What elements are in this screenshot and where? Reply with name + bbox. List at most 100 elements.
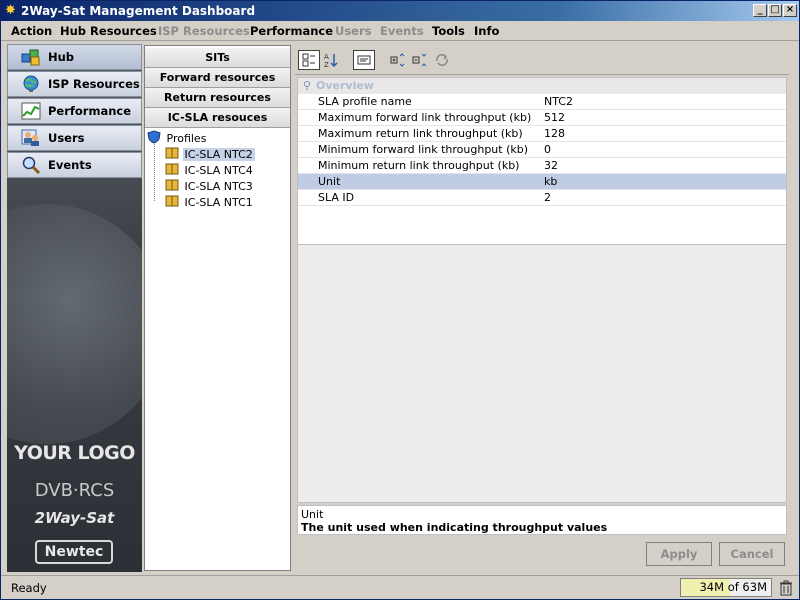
property-row[interactable]: Maximum forward link throughput (kb) 512 [298, 110, 786, 126]
title-bar[interactable]: ✸ 2Way-Sat Management Dashboard _ □ × [1, 1, 799, 21]
svg-text:A: A [324, 53, 329, 61]
property-value[interactable]: 128 [544, 126, 565, 142]
tab-ic-sla-resources[interactable]: IC-SLA resouces [145, 108, 290, 128]
tree-item-ic-sla-ntc1[interactable]: IC-SLA NTC1 [165, 194, 255, 210]
property-toolbar: AZ [295, 45, 789, 75]
nav-users[interactable]: Users [7, 125, 142, 151]
menu-tools[interactable]: Tools [432, 24, 465, 38]
property-name: Unit [318, 175, 341, 188]
tree-guide-line [154, 144, 155, 201]
memory-indicator: 34M of 63M [680, 578, 772, 597]
chart-icon [21, 102, 41, 120]
tree-item-ic-sla-ntc3[interactable]: IC-SLA NTC3 [165, 178, 255, 194]
property-pane: AZ ⚲ Overview SLA profile name NTC2 Maxi… [295, 45, 789, 571]
nav-label: ISP Resources [48, 77, 140, 91]
property-name: Maximum forward link throughput (kb) [318, 111, 532, 124]
property-value[interactable]: 32 [544, 158, 558, 174]
app-window: ✸ 2Way-Sat Management Dashboard _ □ × Ac… [0, 0, 800, 600]
tab-return-resources[interactable]: Return resources [145, 88, 290, 108]
2way-sat-logo: 2Way-Sat [34, 509, 115, 527]
tree-item-ic-sla-ntc4[interactable]: IC-SLA NTC4 [165, 162, 255, 178]
property-row[interactable]: Maximum return link throughput (kb) 128 [298, 126, 786, 142]
refresh-button[interactable] [431, 50, 453, 70]
property-value[interactable]: NTC2 [544, 94, 573, 110]
nav-label: Events [48, 158, 92, 172]
category-pin-icon: ⚲ [303, 79, 312, 92]
show-description-button[interactable] [353, 50, 375, 70]
package-icon [165, 195, 179, 207]
tree-root-profiles[interactable]: Profiles [147, 130, 208, 146]
dvb-rcs-logo: DVB·RCS [34, 480, 115, 501]
expand-icon [390, 53, 405, 67]
newtec-logo: Newtec [35, 540, 113, 564]
property-row[interactable]: Minimum forward link throughput (kb) 0 [298, 142, 786, 158]
property-row-selected[interactable]: Unit kb [298, 174, 786, 190]
left-navigation: Hub Resources ISP Resources Performance [7, 44, 142, 572]
users-icon [21, 129, 39, 146]
expand-all-button[interactable] [387, 50, 409, 70]
nav-performance[interactable]: Performance [7, 98, 142, 124]
nav-events[interactable]: Events [7, 152, 142, 178]
category-overview[interactable]: ⚲ Overview [298, 78, 786, 94]
nav-label: Users [48, 131, 85, 145]
maximize-button[interactable]: □ [768, 4, 782, 17]
description-text: The unit used when indicating throughput… [301, 521, 608, 534]
description-title: Unit [301, 508, 324, 521]
property-value[interactable]: kb [544, 174, 557, 190]
shield-icon [147, 130, 161, 144]
nav-hub-resources[interactable]: Hub Resources [7, 44, 142, 88]
nav-isp-resources[interactable]: ISP Resources [7, 71, 142, 97]
tree-item-label: IC-SLA NTC1 [184, 196, 253, 209]
svg-text:Z: Z [324, 61, 329, 68]
property-sheet-empty-area [297, 245, 787, 503]
menu-isp-resources[interactable]: ISP Resources [158, 24, 250, 38]
property-name: Maximum return link throughput (kb) [318, 127, 523, 140]
memory-text: 34M of 63M [699, 580, 767, 594]
property-row[interactable]: SLA profile name NTC2 [298, 94, 786, 110]
property-value[interactable]: 2 [544, 190, 551, 206]
tree-root-label: Profiles [166, 132, 207, 145]
menu-events[interactable]: Events [380, 24, 424, 38]
description-icon [357, 55, 371, 65]
globe-icon [23, 75, 39, 92]
menu-users[interactable]: Users [335, 24, 372, 38]
categorized-view-button[interactable] [298, 50, 320, 70]
property-name: SLA ID [318, 191, 355, 204]
categorized-icon [302, 53, 315, 67]
menu-hub-resources[interactable]: Hub Resources [60, 24, 157, 38]
property-name: Minimum forward link throughput (kb) [318, 143, 529, 156]
status-text: Ready [11, 581, 47, 595]
nav-label: Performance [48, 104, 132, 118]
refresh-icon [436, 54, 448, 66]
collapse-all-button[interactable] [409, 50, 431, 70]
magnifier-icon [22, 156, 41, 174]
profile-tree: Profiles IC-SLA NTC2 IC-SLA NTC4 IC-SLA … [147, 130, 288, 570]
package-icon [165, 163, 179, 175]
package-icon [165, 147, 179, 159]
cancel-button[interactable]: Cancel [719, 542, 785, 566]
sort-alphabetical-button[interactable]: AZ [320, 50, 342, 70]
close-button[interactable]: × [783, 4, 797, 17]
category-label: Overview [316, 79, 374, 92]
menu-performance[interactable]: Performance [250, 24, 333, 38]
menu-action[interactable]: Action [11, 24, 52, 38]
property-row[interactable]: Minimum return link throughput (kb) 32 [298, 158, 786, 174]
tree-item-ic-sla-ntc2[interactable]: IC-SLA NTC2 [165, 146, 255, 162]
garbage-collect-trash-icon[interactable] [779, 580, 793, 596]
property-value[interactable]: 0 [544, 142, 551, 158]
apply-button[interactable]: Apply [646, 542, 712, 566]
tab-forward-resources[interactable]: Forward resources [145, 68, 290, 88]
window-title: 2Way-Sat Management Dashboard [21, 4, 256, 18]
globe-background-decoration [7, 204, 142, 444]
resource-panel: SITs Forward resources Return resources … [144, 45, 291, 571]
tab-sits[interactable]: SITs [145, 48, 290, 68]
menu-info[interactable]: Info [474, 24, 499, 38]
property-value[interactable]: 512 [544, 110, 565, 126]
property-name: Minimum return link throughput (kb) [318, 159, 520, 172]
property-sheet: ⚲ Overview SLA profile name NTC2 Maximum… [297, 77, 787, 245]
menu-bar: Action Hub Resources ISP Resources Perfo… [1, 21, 799, 41]
cubes-icon [21, 49, 40, 66]
minimize-button[interactable]: _ [753, 4, 767, 17]
property-row[interactable]: SLA ID 2 [298, 190, 786, 206]
tree-item-label: IC-SLA NTC4 [184, 164, 253, 177]
